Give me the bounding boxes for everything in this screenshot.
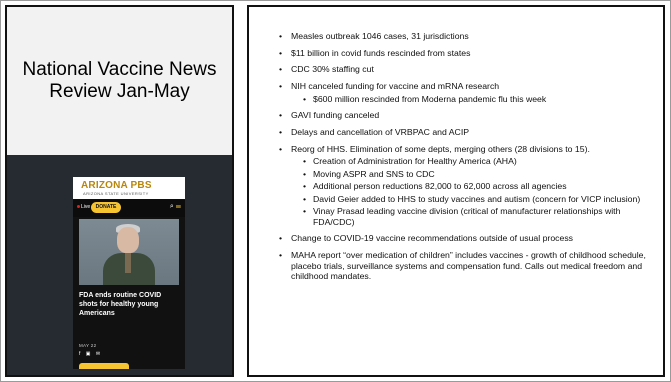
email-icon[interactable]: ✉ [96,351,102,357]
bullet-item: Delays and cancellation of VRBPAC and AC… [279,127,649,138]
arizona-pbs-logo: ARIZONA PBS [81,180,152,191]
sub-bullet-item: $600 million rescinded from Moderna pand… [291,94,649,105]
live-dot-icon [77,205,80,209]
sub-bullet-item: David Geier added to HHS to study vaccin… [291,194,649,205]
bullet-item-with-sub: NIH canceled funding for vaccine and mRN… [279,81,649,104]
donate-button[interactable]: DONATE [91,202,121,213]
sub-bullet-item: Moving ASPR and SNS to CDC [291,169,649,180]
slide-title: National Vaccine News Review Jan-May [7,7,232,155]
linkedin-icon[interactable]: ▣ [86,351,93,357]
bullet-item: $11 billion in covid funds rescinded fro… [279,48,649,59]
bullet-text: NIH canceled funding for vaccine and mRN… [291,81,500,92]
logo-subtitle: ARIZONA STATE UNIVERSITY [83,191,149,196]
article-headline[interactable]: FDA ends routine COVID shots for healthy… [79,291,179,318]
logo-bar: ARIZONA PBS ARIZONA STATE UNIVERSITY [73,177,185,199]
live-indicator[interactable]: Live [77,204,90,210]
bullet-item: Measles outbreak 1046 cases, 31 jurisdic… [279,31,649,42]
bullet-item: GAVI funding canceled [279,110,649,121]
slide-title-line-1: National Vaccine News [22,59,217,80]
sub-bullet-item: Creation of Administration for Healthy A… [291,156,649,167]
facebook-icon[interactable]: f [79,351,82,357]
bullet-item: Change to COVID-19 vaccine recommendatio… [279,233,649,244]
sub-bullet-list: Creation of Administration for Healthy A… [291,156,649,227]
bullet-item: CDC 30% staffing cut [279,64,649,75]
menu-icon[interactable]: ☰ [176,203,181,210]
article-date: MAY 22 [79,343,97,348]
sub-bullet-item: Additional person reductions 82,000 to 6… [291,181,649,192]
bullet-list: Measles outbreak 1046 cases, 31 jurisdic… [279,31,649,288]
nav-bar: Live DONATE ⌕ ☰ [73,199,185,217]
photo-face [117,227,139,253]
sub-bullet-item: Vinay Prasad leading vaccine division (c… [291,206,649,227]
bullet-item-with-sub: Reorg of HHS. Elimination of some depts,… [279,144,649,228]
bullet-text: Reorg of HHS. Elimination of some depts,… [291,143,590,154]
slide-title-line-2: Review Jan-May [49,81,190,102]
photo-tie [125,253,131,273]
yellow-button-strip [79,363,129,369]
search-icon[interactable]: ⌕ [170,203,174,210]
sub-bullet-list: $600 million rescinded from Moderna pand… [291,94,649,105]
content-panel: Measles outbreak 1046 cases, 31 jurisdic… [247,5,665,377]
nav-icons: ⌕ ☰ [170,203,181,211]
slide: National Vaccine News Review Jan-May ARI… [0,0,671,382]
share-icons: f ▣ ✉ [79,351,102,357]
left-panel: National Vaccine News Review Jan-May ARI… [5,5,234,377]
live-label: Live [81,204,91,210]
news-screenshot: ARIZONA PBS ARIZONA STATE UNIVERSITY Liv… [73,177,185,369]
bullet-item: MAHA report “over medication of children… [279,250,649,282]
article-photo [79,219,179,285]
